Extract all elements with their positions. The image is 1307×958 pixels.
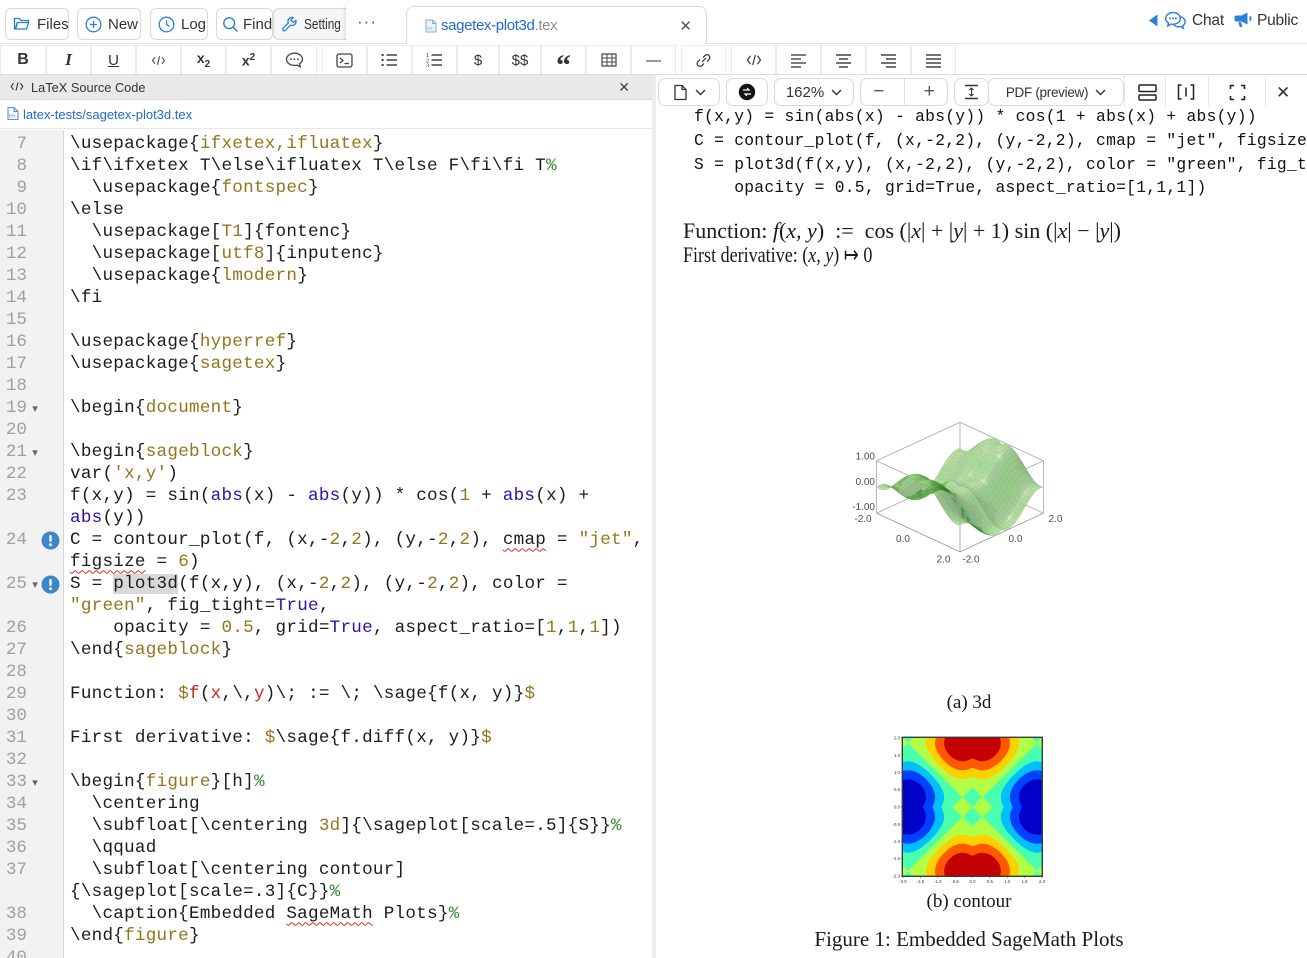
- svg-text:3: 3: [426, 64, 429, 68]
- svg-text:1.0: 1.0: [1004, 879, 1011, 884]
- svg-text:0.00: 0.00: [856, 477, 876, 488]
- svg-text:2.0: 2.0: [1049, 514, 1063, 525]
- svg-text:-1.0: -1.0: [934, 879, 942, 884]
- svg-text:tex: tex: [9, 113, 16, 119]
- svg-text:2.0: 2.0: [894, 736, 901, 741]
- svg-text:0.5: 0.5: [987, 879, 994, 884]
- svg-text:0.0: 0.0: [970, 879, 977, 884]
- svg-text:0.0: 0.0: [894, 805, 901, 810]
- svg-text:-2.0: -2.0: [962, 555, 980, 566]
- svg-text:-2.0: -2.0: [854, 514, 872, 525]
- svg-text:1.5: 1.5: [1022, 879, 1029, 884]
- svg-text:2.0: 2.0: [937, 555, 951, 566]
- svg-text:2.0: 2.0: [1039, 879, 1046, 884]
- svg-text:-0.5: -0.5: [951, 879, 959, 884]
- svg-text:-1.5: -1.5: [893, 856, 901, 861]
- svg-text:-1.00: -1.00: [852, 502, 875, 513]
- svg-text:-2.0: -2.0: [893, 874, 901, 879]
- svg-text:-0.5: -0.5: [893, 822, 901, 827]
- svg-text:0.0: 0.0: [896, 534, 910, 545]
- svg-text:-2.0: -2.0: [899, 879, 907, 884]
- svg-text:1.00: 1.00: [856, 452, 876, 463]
- svg-text:0.5: 0.5: [894, 787, 901, 792]
- svg-text:-1.0: -1.0: [893, 839, 901, 844]
- svg-text:-1.5: -1.5: [917, 879, 925, 884]
- svg-text:1.5: 1.5: [894, 753, 901, 758]
- svg-text:1.0: 1.0: [894, 770, 901, 775]
- svg-text:0.0: 0.0: [1009, 534, 1023, 545]
